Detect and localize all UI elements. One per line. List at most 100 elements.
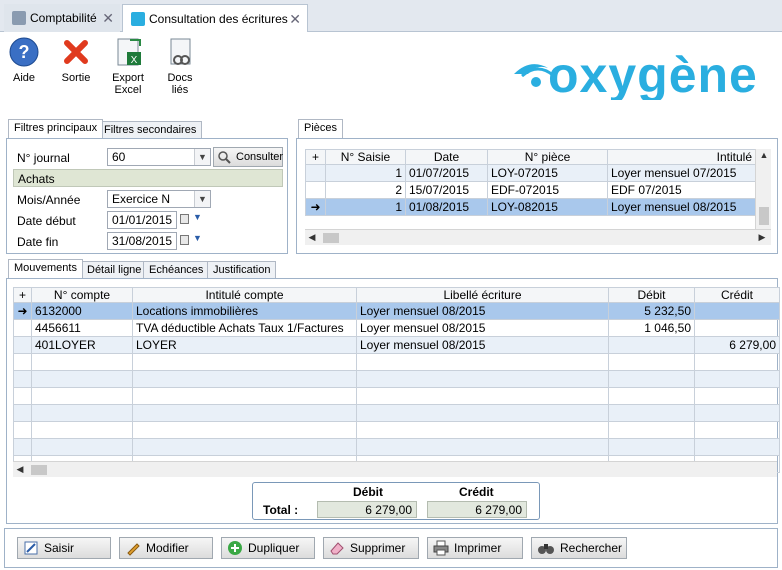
end-date-label: Date fin — [17, 235, 59, 249]
table-row[interactable]: 4456611 TVA déductible Achats Taux 1/Fac… — [13, 319, 780, 337]
consult-button[interactable]: Consulter — [213, 147, 283, 167]
cell-piece: LOY-072015 — [487, 164, 608, 182]
saisir-label: Saisir — [44, 541, 75, 555]
col-saisie[interactable]: N° Saisie — [325, 149, 406, 165]
scroll-left-icon[interactable]: ◀ — [305, 232, 319, 243]
tab-consultation[interactable]: Consultation des écritures ✕ — [122, 4, 308, 33]
palm-logo-icon — [131, 12, 145, 26]
linked-docs-button[interactable]: Docs liés — [160, 36, 200, 96]
scroll-thumb[interactable] — [323, 233, 339, 243]
dupliquer-button[interactable]: Dupliquer — [221, 537, 315, 559]
imprimer-button[interactable]: Imprimer — [427, 537, 523, 559]
cell-intitule: Loyer mensuel 07/2015 — [607, 164, 756, 182]
imprimer-label: Imprimer — [454, 541, 502, 555]
cell-intitule: Loyer mensuel 08/2015 — [607, 198, 756, 216]
col-date[interactable]: Date — [405, 149, 488, 165]
tab-justification[interactable]: Justification — [207, 261, 277, 279]
table-row-selected[interactable]: ➜ 6132000 Locations immobilières Loyer m… — [13, 302, 780, 320]
tab-pieces[interactable]: Pièces — [298, 119, 344, 138]
pieces-panel: + N° Saisie Date N° pièce Intitulé 1 01/… — [296, 138, 778, 254]
calendar-icon[interactable] — [180, 235, 189, 245]
mouvements-table: + N° compte Intitulé compte Libellé écri… — [13, 287, 780, 473]
scroll-thumb[interactable] — [759, 207, 769, 225]
col-debit[interactable]: Débit — [608, 287, 695, 303]
export-label-2: Excel — [114, 84, 142, 96]
docs-label-2: liés — [171, 84, 189, 96]
tab-mouvements[interactable]: Mouvements — [8, 259, 83, 278]
cell-intitule-compte: TVA déductible Achats Taux 1/Factures — [132, 319, 357, 337]
table-row[interactable]: 401LOYER LOYER Loyer mensuel 08/2015 6 2… — [13, 336, 780, 354]
svg-text:?: ? — [19, 42, 30, 62]
period-value: Exercice N — [112, 192, 171, 206]
start-date-input[interactable]: 01/01/2015 — [107, 211, 177, 229]
col-intitule[interactable]: Intitulé — [607, 149, 756, 165]
totals-label: Total : — [263, 503, 299, 517]
close-icon[interactable]: ✕ — [289, 11, 301, 28]
cell-debit: 1 046,50 — [608, 319, 695, 337]
add-column-icon[interactable]: + — [305, 149, 326, 165]
col-compte[interactable]: N° compte — [31, 287, 133, 303]
action-bar: Saisir Modifier Dupliquer Supprimer Impr… — [4, 528, 778, 568]
calendar-icon[interactable] — [180, 214, 189, 224]
eraser-icon — [330, 542, 344, 555]
pieces-horizontal-scrollbar[interactable]: ◀ ▶ — [305, 229, 771, 245]
export-excel-button[interactable]: X Export Excel — [108, 36, 148, 96]
tab-echeances[interactable]: Echéances — [143, 261, 210, 279]
add-column-icon[interactable]: + — [13, 287, 32, 303]
help-icon: ? — [9, 37, 39, 67]
empty-row — [13, 404, 780, 422]
tab-consultation-label: Consultation des écritures — [149, 12, 288, 26]
period-select[interactable]: Exercice N ▼ — [107, 190, 211, 208]
pencil-icon — [127, 543, 140, 556]
tab-detail-ligne[interactable]: Détail ligne — [81, 261, 148, 279]
supprimer-button[interactable]: Supprimer — [323, 537, 419, 559]
dropdown-arrow-icon[interactable]: ▼ — [193, 233, 202, 243]
exit-label: Sortie — [61, 72, 91, 84]
tab-comptabilite[interactable]: Comptabilité ✕ — [4, 4, 120, 32]
scroll-left-icon[interactable]: ◀ — [13, 464, 27, 475]
logo-text: oxygène — [548, 50, 758, 100]
pieces-header-row: + N° Saisie Date N° pièce Intitulé — [305, 149, 756, 165]
empty-row — [13, 421, 780, 439]
col-credit[interactable]: Crédit — [694, 287, 780, 303]
pieces-vertical-scrollbar[interactable]: ▲ — [755, 149, 771, 229]
mouvements-header-row: + N° compte Intitulé compte Libellé écri… — [13, 287, 780, 303]
scroll-thumb[interactable] — [31, 465, 47, 475]
totals-credit-label: Crédit — [459, 485, 494, 499]
cell-piece: LOY-082015 — [487, 198, 608, 216]
cell-date: 01/08/2015 — [405, 198, 488, 216]
end-date-input[interactable]: 31/08/2015 — [107, 232, 177, 250]
total-debit-value: 6 279,00 — [317, 501, 417, 518]
tab-filtres-principaux[interactable]: Filtres principaux — [8, 119, 104, 138]
mouvements-horizontal-scrollbar[interactable]: ◀ — [13, 461, 777, 477]
cell-debit: 5 232,50 — [608, 302, 695, 320]
help-button[interactable]: ? Aide — [6, 36, 42, 84]
close-icon[interactable]: ✕ — [102, 10, 114, 27]
close-x-icon — [64, 40, 88, 64]
dupliquer-label: Dupliquer — [248, 541, 300, 555]
table-row[interactable]: 2 15/07/2015 EDF-072015 EDF 07/2015 — [305, 181, 756, 199]
oxygene-logo-mark: oxygène — [514, 47, 758, 103]
journal-select[interactable]: 60 ▼ — [107, 148, 211, 166]
scroll-right-icon[interactable]: ▶ — [755, 232, 769, 243]
exit-button[interactable]: Sortie — [56, 36, 96, 84]
journal-label: N° journal — [17, 151, 70, 165]
rechercher-label: Rechercher — [560, 541, 623, 555]
table-row[interactable]: 1 01/07/2015 LOY-072015 Loyer mensuel 07… — [305, 164, 756, 182]
col-libelle[interactable]: Libellé écriture — [356, 287, 609, 303]
col-piece[interactable]: N° pièce — [487, 149, 608, 165]
plus-circle-icon — [228, 541, 242, 555]
tab-filtres-secondaires[interactable]: Filtres secondaires — [98, 121, 203, 139]
rechercher-button[interactable]: Rechercher — [531, 537, 627, 559]
saisir-button[interactable]: Saisir — [17, 537, 111, 559]
dropdown-arrow-icon[interactable]: ▼ — [193, 212, 202, 222]
cell-compte: 6132000 — [31, 302, 133, 320]
modifier-button[interactable]: Modifier — [119, 537, 213, 559]
cell-libelle: Loyer mensuel 08/2015 — [356, 336, 609, 354]
supprimer-label: Supprimer — [350, 541, 406, 555]
scroll-up-icon[interactable]: ▲ — [757, 150, 771, 160]
empty-row — [13, 353, 780, 371]
col-intitule-compte[interactable]: Intitulé compte — [132, 287, 357, 303]
table-row-selected[interactable]: ➜ 1 01/08/2015 LOY-082015 Loyer mensuel … — [305, 198, 756, 216]
cell-libelle: Loyer mensuel 08/2015 — [356, 302, 609, 320]
